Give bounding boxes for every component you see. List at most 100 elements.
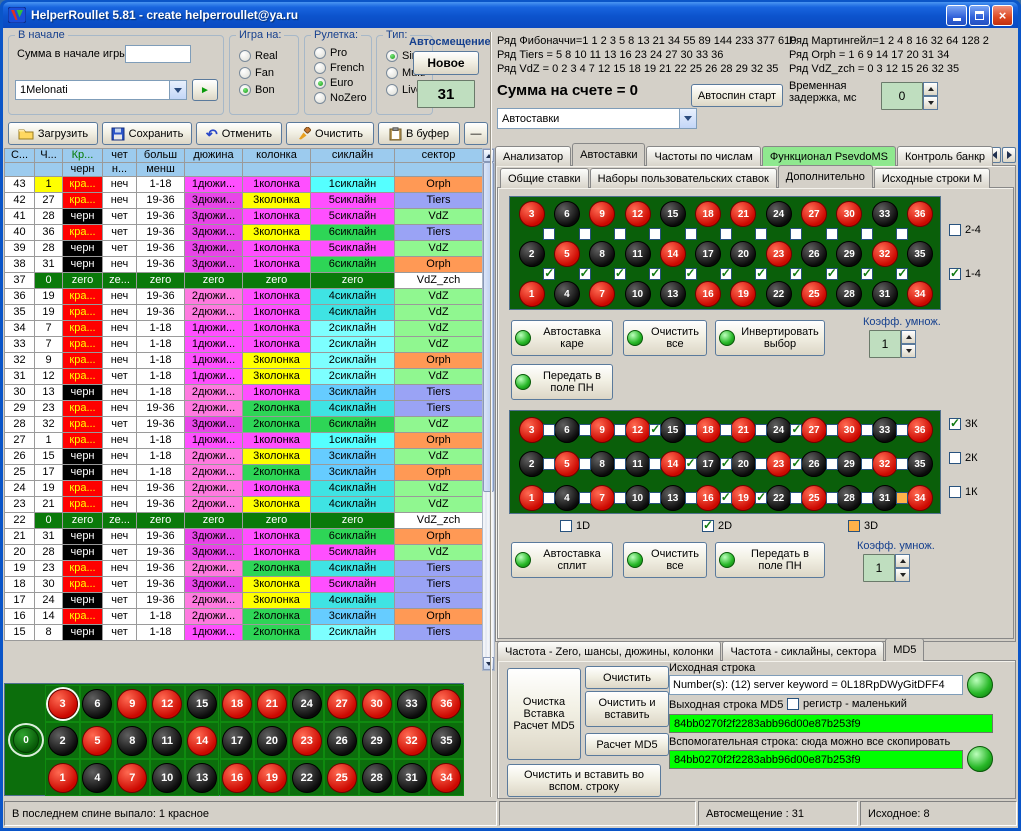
- number-3[interactable]: 3: [48, 689, 78, 719]
- number-22[interactable]: 22: [766, 485, 792, 511]
- number-36[interactable]: 36: [907, 201, 933, 227]
- number-19[interactable]: 19: [257, 763, 287, 793]
- number-13[interactable]: 13: [660, 485, 686, 511]
- scroll-thumb[interactable]: [483, 162, 494, 492]
- koef1-spinner[interactable]: 1: [869, 330, 916, 358]
- number-28[interactable]: 28: [836, 281, 862, 307]
- number-31[interactable]: 31: [872, 281, 898, 307]
- split-checkbox-2-7[interactable]: [790, 492, 802, 504]
- number-8[interactable]: 8: [589, 241, 615, 267]
- number-19[interactable]: 19: [730, 485, 756, 511]
- number-35[interactable]: 35: [907, 451, 933, 477]
- kare-bottom-checkbox-4[interactable]: ✓: [685, 268, 697, 280]
- split-checkbox-0-4[interactable]: [685, 424, 697, 436]
- number-22[interactable]: 22: [292, 763, 322, 793]
- split-checkbox-2-2[interactable]: [614, 492, 626, 504]
- column-header[interactable]: Кр...: [63, 149, 103, 163]
- kare-bottom-checkbox-0[interactable]: ✓: [543, 268, 555, 280]
- number-12[interactable]: 12: [152, 689, 182, 719]
- play-button[interactable]: ►: [192, 79, 218, 101]
- radio-real[interactable]: Real: [239, 47, 297, 64]
- tab-частота-zero-шансы-дюжины-колонки[interactable]: Частота - Zero, шансы, дюжины, колонки: [497, 641, 721, 661]
- number-24[interactable]: 24: [766, 417, 792, 443]
- kare-top-checkbox-7[interactable]: [790, 228, 802, 240]
- number-14[interactable]: 14: [187, 726, 217, 756]
- number-1[interactable]: 1: [48, 763, 78, 793]
- tab-scroll-right-icon[interactable]: [1002, 147, 1016, 163]
- transfer-split-button[interactable]: Передать в поле ПН: [715, 542, 825, 578]
- number-13[interactable]: 13: [660, 281, 686, 307]
- kare-bottom-checkbox-8[interactable]: ✓: [826, 268, 838, 280]
- number-34[interactable]: 34: [907, 485, 933, 511]
- number-15[interactable]: 15: [660, 201, 686, 227]
- radio-bon[interactable]: Bon: [239, 81, 297, 98]
- column-check-1К[interactable]: 1К: [949, 486, 978, 498]
- split-checkbox-1-7[interactable]: ✓: [790, 458, 802, 470]
- number-8[interactable]: 8: [117, 726, 147, 756]
- number-21[interactable]: 21: [730, 201, 756, 227]
- number-30[interactable]: 30: [362, 689, 392, 719]
- kare-bottom-checkbox-10[interactable]: ✓: [896, 268, 908, 280]
- number-12[interactable]: 12: [625, 417, 651, 443]
- number-35[interactable]: 35: [907, 241, 933, 267]
- autobet-split-button[interactable]: Автоставка сплит: [511, 542, 613, 578]
- split-checkbox-2-0[interactable]: [543, 492, 555, 504]
- tab-анализатор[interactable]: Анализатор: [495, 146, 571, 166]
- spin-row-23[interactable]: 2321кра...неч19-362дюжи...3колонка4сикла…: [5, 497, 483, 513]
- transfer-kare-button[interactable]: Передать в поле ПН: [511, 364, 613, 400]
- spin-row-15[interactable]: 158чернчет1-181дюжи...2колонка2сиклайнTi…: [5, 625, 483, 641]
- column-check-2К[interactable]: 2К: [949, 452, 978, 464]
- split-checkbox-1-2[interactable]: [614, 458, 626, 470]
- close-button[interactable]: ×: [992, 5, 1013, 26]
- split-checkbox-2-8[interactable]: [826, 492, 838, 504]
- kare-top-checkbox-6[interactable]: [755, 228, 767, 240]
- minus-button[interactable]: —: [464, 122, 488, 145]
- number-9[interactable]: 9: [117, 689, 147, 719]
- spin-down-icon[interactable]: [895, 568, 910, 582]
- number-24[interactable]: 24: [766, 201, 792, 227]
- split-checkbox-2-1[interactable]: [579, 492, 591, 504]
- split-checkbox-1-5[interactable]: ✓: [720, 458, 732, 470]
- preset-combo[interactable]: 1Melonati: [15, 80, 187, 100]
- radio-nozero[interactable]: NoZero: [314, 90, 370, 105]
- kare-bottom-checkbox-9[interactable]: ✓: [861, 268, 873, 280]
- clear-all-kare-button[interactable]: Очистить все: [623, 320, 707, 356]
- split-checkbox-0-8[interactable]: [826, 424, 838, 436]
- minimize-button[interactable]: [946, 5, 967, 26]
- number-15[interactable]: 15: [660, 417, 686, 443]
- split-checkbox-2-5[interactable]: ✓: [720, 492, 732, 504]
- number-11[interactable]: 11: [625, 241, 651, 267]
- number-21[interactable]: 21: [257, 689, 287, 719]
- kare-top-checkbox-3[interactable]: [649, 228, 661, 240]
- spin-row-18[interactable]: 1830кра...чет19-363дюжи...3колонка5сикла…: [5, 577, 483, 593]
- buffer-button[interactable]: В буфер: [378, 122, 460, 145]
- split-checkbox-0-7[interactable]: ✓: [790, 424, 802, 436]
- tab-общие-ставки[interactable]: Общие ставки: [500, 168, 589, 188]
- number-17[interactable]: 17: [222, 726, 252, 756]
- number-20[interactable]: 20: [730, 451, 756, 477]
- load-button[interactable]: Загрузить: [8, 122, 98, 145]
- spin-row-38[interactable]: 3831черннеч19-363дюжи...1колонка6сиклайн…: [5, 257, 483, 273]
- kare-bottom-checkbox-2[interactable]: ✓: [614, 268, 626, 280]
- spin-row-31[interactable]: 3112кра...чет1-181дюжи...3колонка2сиклай…: [5, 369, 483, 385]
- column-header[interactable]: черн: [63, 163, 103, 177]
- spin-up-icon[interactable]: [895, 554, 910, 568]
- spin-row-22[interactable]: 220zeroze...zerozerozerozeroVdZ_zch: [5, 513, 483, 529]
- spin-row-21[interactable]: 2131черннеч19-363дюжи...1колонка6сиклайн…: [5, 529, 483, 545]
- koef2-spinner[interactable]: 1: [863, 554, 910, 582]
- md5-clear-button[interactable]: Очистить: [585, 666, 669, 689]
- number-36[interactable]: 36: [431, 689, 461, 719]
- kare-top-checkbox-10[interactable]: [896, 228, 908, 240]
- split-checkbox-1-9[interactable]: [861, 458, 873, 470]
- spin-row-43[interactable]: 431кра...неч1-181дюжи...1колонка1сиклайн…: [5, 177, 483, 193]
- spin-row-33[interactable]: 337кра...неч1-181дюжи...1колонка2сиклайн…: [5, 337, 483, 353]
- number-10[interactable]: 10: [152, 763, 182, 793]
- number-1[interactable]: 1: [519, 485, 545, 511]
- number-2[interactable]: 2: [48, 726, 78, 756]
- column-header[interactable]: чет: [103, 149, 137, 163]
- rows-check-1-4[interactable]: ✓1-4: [949, 268, 981, 280]
- number-32[interactable]: 32: [872, 241, 898, 267]
- table-scrollbar[interactable]: [482, 148, 495, 671]
- column-header[interactable]: [243, 163, 311, 177]
- split-checkbox-0-5[interactable]: [720, 424, 732, 436]
